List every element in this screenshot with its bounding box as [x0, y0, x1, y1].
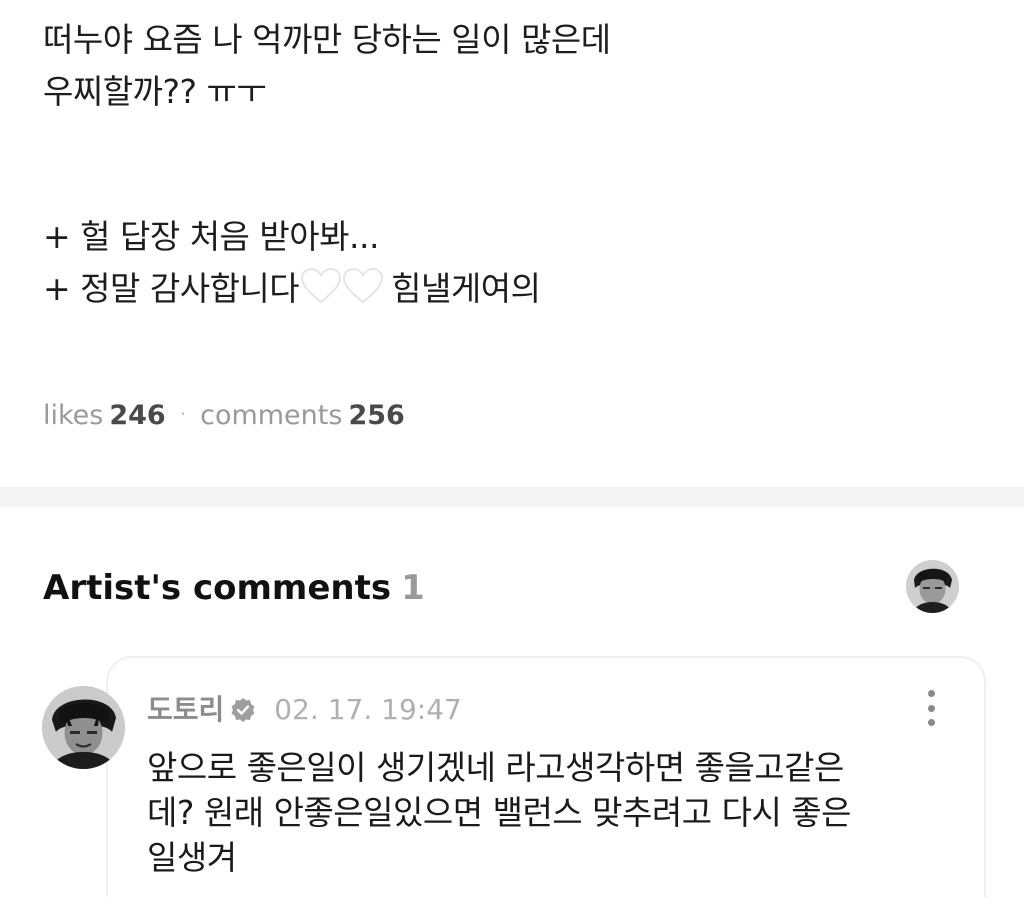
likes-count[interactable]: 246	[109, 400, 165, 431]
post-text-line: 우찌할까?? ㅠㅜ	[43, 72, 267, 111]
verified-badge-icon	[230, 694, 256, 734]
artist-comments-title: Artist's comments	[43, 568, 392, 608]
white-heart-icon	[301, 268, 342, 304]
post-spacer	[43, 118, 983, 211]
comment-text-line: 일생겨	[147, 838, 237, 877]
comments-label[interactable]: comments	[200, 400, 342, 431]
post-text-line-with-hearts: + 정말 감사합니다 힘낼게여의	[43, 263, 983, 319]
post-text-line: 떠누야 요즘 나 억까만 당하는 일이 많은데	[43, 20, 611, 59]
post-stats: likes 246 · comments 256	[43, 394, 405, 436]
more-dot	[927, 704, 935, 712]
comment-author-avatar[interactable]	[42, 686, 125, 769]
post-text-segment: + 정말 감사합니다	[43, 269, 300, 308]
comment-timestamp: 02. 17. 19:47	[274, 693, 462, 726]
white-heart-icon	[343, 268, 384, 304]
comment-text-line: 앞으로 좋은일이 생기겠네 라고생각하면 좋을고같은	[147, 748, 844, 787]
artist-avatar[interactable]	[906, 560, 959, 613]
comment-author-name[interactable]: 도토리	[147, 693, 224, 726]
comment-meta: 도토리 02. 17. 19:47	[147, 690, 462, 734]
artist-comments-count: 1	[401, 568, 425, 608]
post-body: 떠누야 요즘 나 억까만 당하는 일이 많은데 우찌할까?? ㅠㅜ + 헐 답장…	[43, 14, 983, 319]
hearts-emoji	[301, 267, 385, 319]
more-dot	[927, 690, 935, 697]
comment-body: 앞으로 좋은일이 생기겠네 라고생각하면 좋을고같은 데? 원래 안좋은일있으면…	[147, 745, 937, 880]
section-divider	[0, 487, 1024, 507]
stats-separator: ·	[179, 402, 187, 426]
post-detail-page: 떠누야 요즘 나 억까만 당하는 일이 많은데 우찌할까?? ㅠㅜ + 헐 답장…	[0, 0, 1024, 897]
post-text-segment: 힘낼게여의	[391, 269, 541, 308]
post-text-line: + 헐 답장 처음 받아봐...	[43, 217, 379, 256]
more-dot	[927, 719, 935, 726]
comments-count[interactable]: 256	[348, 400, 404, 431]
artist-comments-header: Artist's comments 1	[43, 566, 425, 610]
more-options-icon[interactable]	[915, 688, 947, 728]
comment-text-line: 데? 원래 안좋은일있으면 밸런스 맞추려고 다시 좋은	[147, 793, 852, 832]
likes-label[interactable]: likes	[43, 400, 103, 431]
